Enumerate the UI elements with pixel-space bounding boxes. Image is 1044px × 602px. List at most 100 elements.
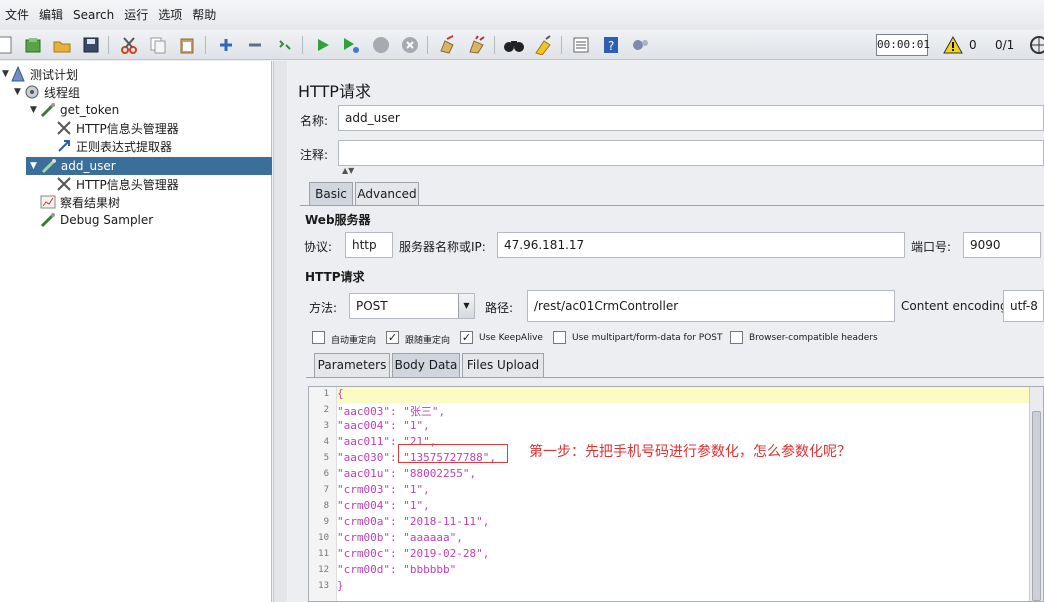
templates-icon[interactable] [22, 34, 44, 56]
save-icon[interactable] [80, 34, 102, 56]
tree-node-get-token[interactable]: get_token [40, 101, 119, 119]
annotation-text: 第一步：先把手机号码进行参数化，怎么参数化呢？ [529, 444, 851, 460]
cut-icon[interactable] [118, 34, 140, 56]
tree-node-add-user[interactable]: ▼ add_user [26, 157, 272, 175]
checkbox-follow-redirect[interactable]: ✓ [386, 331, 399, 344]
port-field[interactable]: 9090 [963, 232, 1041, 258]
expand-arrow-icon[interactable]: ▼ [14, 87, 21, 97]
scrollbar-thumb[interactable] [1032, 411, 1041, 601]
tree-label: add_user [60, 159, 116, 173]
code-line: "crm003": "1", [337, 483, 430, 496]
shutdown-icon[interactable] [399, 34, 421, 56]
function-helper-icon[interactable] [570, 34, 592, 56]
collapse-handle-icon[interactable]: ▲▼ [342, 166, 354, 175]
line-number: 6 [323, 469, 329, 479]
clear-all-icon[interactable] [466, 34, 488, 56]
tree-node-debug-sampler[interactable]: Debug Sampler [40, 211, 153, 229]
expand-arrow-icon[interactable]: ▼ [30, 161, 37, 171]
tab-files-upload[interactable]: Files Upload [462, 353, 544, 377]
checkbox-auto-redirect[interactable] [312, 331, 325, 344]
line-number: 8 [323, 501, 329, 511]
sampler-pipette-icon [40, 102, 56, 118]
tree-label: HTTP信息头管理器 [76, 177, 179, 192]
expand-arrow-icon[interactable]: ▼ [30, 105, 37, 115]
chevron-down-icon[interactable]: ▼ [458, 294, 474, 318]
current-line-highlight [337, 387, 1033, 403]
checkbox-browser-headers[interactable] [730, 331, 743, 344]
checkbox-label: 自动重定向 [331, 336, 377, 346]
collapse-icon[interactable] [244, 34, 266, 56]
open-icon[interactable] [51, 34, 73, 56]
tools-icon [56, 176, 72, 192]
body-data-editor[interactable]: 1 2 3 4 5 6 7 8 9 10 11 12 13 { "aac003"… [308, 386, 1044, 602]
tree-label: 察看结果树 [60, 195, 121, 210]
remote-icon[interactable] [630, 34, 652, 56]
method-value: POST [356, 299, 388, 313]
code-line: "crm00c": "2019-02-28", [337, 547, 490, 560]
paste-icon[interactable] [176, 34, 198, 56]
line-number: 3 [323, 421, 329, 431]
comment-field[interactable] [338, 140, 1044, 166]
menu-options[interactable]: 选项 [153, 0, 187, 30]
panel-splitter[interactable] [273, 61, 287, 602]
tab-advanced[interactable]: Advanced [355, 182, 419, 206]
tree-node-test-plan[interactable]: 测试计划 [10, 65, 78, 83]
line-number: 13 [318, 581, 329, 591]
code-line: "aac003": "张三", [337, 405, 446, 418]
tree-node-thread-group[interactable]: 线程组 [24, 83, 80, 101]
stop-icon[interactable] [370, 34, 392, 56]
checkbox-keepalive[interactable]: ✓ [460, 331, 473, 344]
test-plan-icon [10, 66, 26, 82]
menu-run[interactable]: 运行 [119, 0, 153, 30]
search-icon[interactable] [503, 34, 525, 56]
line-number: 11 [318, 549, 329, 559]
menu-file[interactable]: 文件 [0, 0, 34, 30]
server-field[interactable]: 47.96.181.17 [497, 232, 905, 258]
clear-icon[interactable] [436, 34, 458, 56]
sampler-pipette-icon [40, 212, 56, 228]
encoding-field[interactable]: utf-8 [1003, 290, 1044, 322]
checkbox-label: Use KeepAlive [479, 333, 543, 343]
code-line: "crm00d": "bbbbbb" [337, 563, 457, 576]
tree-label: Debug Sampler [60, 213, 154, 227]
start-no-pauses-icon[interactable] [340, 34, 362, 56]
tab-parameters[interactable]: Parameters [314, 353, 390, 377]
path-field[interactable]: /rest/ac01CrmController [527, 290, 895, 322]
toggle-icon[interactable] [274, 34, 296, 56]
editor-scrollbar[interactable] [1029, 387, 1043, 601]
menu-search[interactable]: Search [68, 0, 119, 30]
gear-icon [24, 84, 40, 100]
help-icon[interactable]: ? [600, 34, 622, 56]
new-icon[interactable] [0, 34, 16, 56]
warning-icon[interactable] [942, 34, 964, 56]
http-request-title: HTTP请求 [305, 270, 365, 284]
panel-title: HTTP请求 [298, 82, 371, 101]
tree-node-header-manager-2[interactable]: HTTP信息头管理器 [56, 175, 179, 193]
tree-node-regex-extractor[interactable]: 正则表达式提取器 [56, 137, 172, 155]
tab-body-data[interactable]: Body Data [392, 353, 460, 377]
menu-help[interactable]: 帮助 [187, 0, 221, 30]
tree-node-results-tree[interactable]: 察看结果树 [40, 193, 120, 211]
line-number: 2 [323, 405, 329, 415]
checkbox-multipart[interactable] [553, 331, 566, 344]
copy-icon[interactable] [147, 34, 169, 56]
expand-arrow-icon[interactable]: ▼ [2, 69, 9, 79]
protocol-field[interactable]: http [345, 232, 393, 258]
protocol-label: 协议: [304, 240, 333, 254]
method-select[interactable]: POST ▼ [349, 293, 475, 319]
tab-basic[interactable]: Basic [309, 182, 353, 206]
start-icon[interactable] [312, 34, 334, 56]
reset-search-icon[interactable] [532, 34, 554, 56]
comment-label: 注释: [300, 148, 329, 162]
line-number: 12 [318, 565, 329, 575]
chart-icon [40, 194, 56, 210]
globe-icon[interactable] [1028, 34, 1044, 56]
tree-node-header-manager[interactable]: HTTP信息头管理器 [56, 119, 179, 137]
expand-icon[interactable] [215, 34, 237, 56]
code-line: "crm00a": "2018-11-11", [337, 515, 490, 528]
name-label: 名称: [300, 114, 329, 128]
name-field[interactable]: add_user [338, 105, 1044, 131]
code-line: { [337, 387, 344, 400]
thread-count: 0/1 [995, 38, 1015, 52]
menu-edit[interactable]: 编辑 [34, 0, 68, 30]
